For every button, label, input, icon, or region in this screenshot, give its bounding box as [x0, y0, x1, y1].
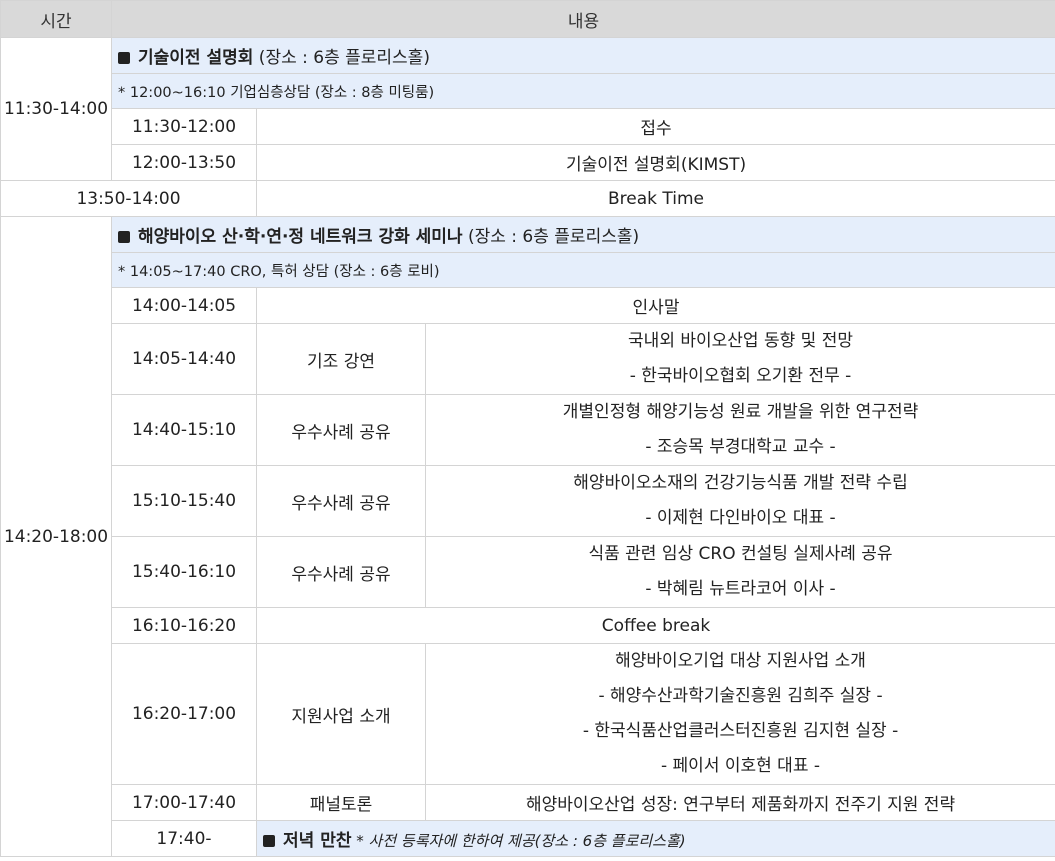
tech-transfer-title-cell: 기술이전 설명회 (장소 : 6층 플로리스홀) — [110, 37, 1055, 74]
schedule-table: 시간 내용 11:30-14:00 기술이전 설명회 (장소 : 6층 플로리스… — [0, 0, 1055, 857]
header-content: 내용 — [110, 0, 1055, 38]
session-speaker: - 페이서 이호현 대표 - — [661, 756, 821, 776]
row-time: 14:40-15:10 — [111, 394, 257, 466]
dinner-title: 저녁 만찬 — [283, 831, 352, 851]
seminar-place: (장소 : 6층 플로리스홀) — [462, 227, 640, 247]
table-row: 11:30-12:00 접수 — [1, 108, 1055, 145]
session-type: 패널토론 — [256, 784, 426, 821]
session-content: 국내외 바이오산업 동향 및 전망 - 한국바이오협회 오기환 전무 - — [424, 323, 1055, 395]
session-row: 14:05-14:40 기조 강연 국내외 바이오산업 동향 및 전망 - 한국… — [1, 323, 1055, 395]
row-content: 인사말 — [255, 287, 1055, 324]
session-topic: 해양바이오소재의 건강기능식품 개발 전략 수립 — [573, 473, 908, 493]
session-topic: 국내외 바이오산업 동향 및 전망 — [628, 331, 853, 351]
session-type: 지원사업 소개 — [256, 643, 426, 785]
row-time: 14:00-14:05 — [111, 287, 257, 324]
square-bullet-icon — [263, 835, 275, 847]
session-type: 우수사례 공유 — [256, 536, 426, 608]
session-row: 15:10-15:40 우수사례 공유 해양바이오소재의 건강기능식품 개발 전… — [1, 465, 1055, 537]
row-content: Coffee break — [255, 607, 1055, 644]
tech-transfer-note: * 12:00~16:10 기업심층상담 (장소 : 8층 미팅룸) — [110, 73, 1055, 109]
seminar-title-row: 14:20-18:00 해양바이오 산·학·연·정 네트워크 강화 세미나 (장… — [0, 216, 1055, 857]
row-time: 15:10-15:40 — [111, 465, 257, 537]
square-bullet-icon — [118, 52, 130, 64]
support-row: 16:20-17:00 지원사업 소개 해양바이오기업 대상 지원사업 소개 -… — [1, 643, 1055, 785]
dinner-cell: 저녁 만찬 * 사전 등록자에 한하여 제공(장소 : 6층 플로리스홀) — [255, 820, 1055, 857]
session-speaker: - 한국바이오협회 오기환 전무 - — [629, 366, 852, 386]
session-topic: 개별인정형 해양기능성 원료 개발을 위한 연구전략 — [562, 402, 919, 422]
panel-row: 17:00-17:40 패널토론 해양바이오산업 성장: 연구부터 제품화까지 … — [1, 784, 1055, 821]
session-content: 해양바이오소재의 건강기능식품 개발 전략 수립 - 이제현 다인바이오 대표 … — [424, 465, 1055, 537]
seminar-note-row: * 14:05~17:40 CRO, 특허 상담 (장소 : 6층 로비) — [0, 252, 1055, 288]
session-speaker: - 조승목 부경대학교 교수 - — [645, 437, 836, 457]
row-content: 기술이전 설명회(KIMST) — [255, 144, 1055, 181]
session-row: 15:40-16:10 우수사례 공유 식품 관련 임상 CRO 컨설팅 실제사… — [1, 536, 1055, 608]
row-time: 16:10-16:20 — [111, 607, 257, 644]
row-time: 16:20-17:00 — [111, 643, 257, 785]
session-topic: 식품 관련 임상 CRO 컨설팅 실제사례 공유 — [588, 544, 893, 564]
session-content: 해양바이오기업 대상 지원사업 소개 - 해양수산과학기술진흥원 김희주 실장 … — [424, 643, 1055, 785]
session-speaker: - 이제현 다인바이오 대표 - — [645, 508, 836, 528]
seminar-time: 14:20-18:00 — [0, 216, 112, 857]
session-content: 식품 관련 임상 CRO 컨설팅 실제사례 공유 - 박혜림 뉴트라코어 이사 … — [424, 536, 1055, 608]
header-row: 시간 내용 — [0, 0, 1055, 38]
tech-transfer-title-row: 11:30-14:00 기술이전 설명회 (장소 : 6층 플로리스홀) — [0, 37, 1055, 181]
square-bullet-icon — [118, 231, 130, 243]
row-content: 접수 — [255, 108, 1055, 145]
seminar-title-cell: 해양바이오 산·학·연·정 네트워크 강화 세미나 (장소 : 6층 플로리스홀… — [110, 216, 1055, 253]
tech-transfer-note-row: * 12:00~16:10 기업심층상담 (장소 : 8층 미팅룸) — [0, 73, 1055, 109]
session-type: 우수사례 공유 — [256, 394, 426, 466]
coffee-row: 16:10-16:20 Coffee break — [1, 607, 1055, 644]
dinner-time: 17:40- — [111, 820, 257, 857]
session-speaker: - 한국식품산업클러스터진흥원 김지현 실장 - — [582, 721, 899, 741]
tech-transfer-time: 11:30-14:00 — [0, 37, 112, 181]
row-time: 17:00-17:40 — [111, 784, 257, 821]
seminar-note: * 14:05~17:40 CRO, 특허 상담 (장소 : 6층 로비) — [110, 252, 1055, 288]
header-time: 시간 — [0, 0, 112, 38]
table-row: 12:00-13:50 기술이전 설명회(KIMST) — [1, 144, 1055, 181]
session-type: 우수사례 공유 — [256, 465, 426, 537]
session-row: 14:40-15:10 우수사례 공유 개별인정형 해양기능성 원료 개발을 위… — [1, 394, 1055, 466]
session-topic: 해양바이오기업 대상 지원사업 소개 — [615, 651, 866, 671]
greeting-row: 14:00-14:05 인사말 — [1, 287, 1055, 324]
row-time: 14:05-14:40 — [111, 323, 257, 395]
break-content: Break Time — [255, 180, 1055, 217]
tech-transfer-title: 기술이전 설명회 — [138, 48, 254, 68]
row-time: 11:30-12:00 — [111, 108, 257, 145]
session-type: 기조 강연 — [256, 323, 426, 395]
tech-transfer-place: (장소 : 6층 플로리스홀) — [253, 48, 430, 68]
dinner-row: 17:40- 저녁 만찬 * 사전 등록자에 한하여 제공(장소 : 6층 플로… — [1, 820, 1055, 857]
session-content: 해양바이오산업 성장: 연구부터 제품화까지 전주기 지원 전략 — [424, 784, 1055, 821]
session-speaker: - 해양수산과학기술진흥원 김희주 실장 - — [598, 686, 883, 706]
seminar-title: 해양바이오 산·학·연·정 네트워크 강화 세미나 — [138, 227, 463, 247]
break-row: 13:50-14:00 Break Time — [0, 180, 1055, 217]
session-content: 개별인정형 해양기능성 원료 개발을 위한 연구전략 - 조승목 부경대학교 교… — [424, 394, 1055, 466]
session-speaker: - 박혜림 뉴트라코어 이사 - — [645, 579, 836, 599]
dinner-note: * 사전 등록자에 한하여 제공(장소 : 6층 플로리스홀) — [351, 832, 686, 850]
row-time: 15:40-16:10 — [111, 536, 257, 608]
row-time: 12:00-13:50 — [111, 144, 257, 181]
break-time: 13:50-14:00 — [0, 180, 257, 217]
